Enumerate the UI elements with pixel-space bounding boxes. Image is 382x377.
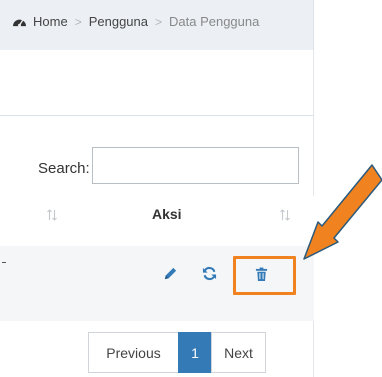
pointer-arrow-icon bbox=[303, 164, 382, 260]
